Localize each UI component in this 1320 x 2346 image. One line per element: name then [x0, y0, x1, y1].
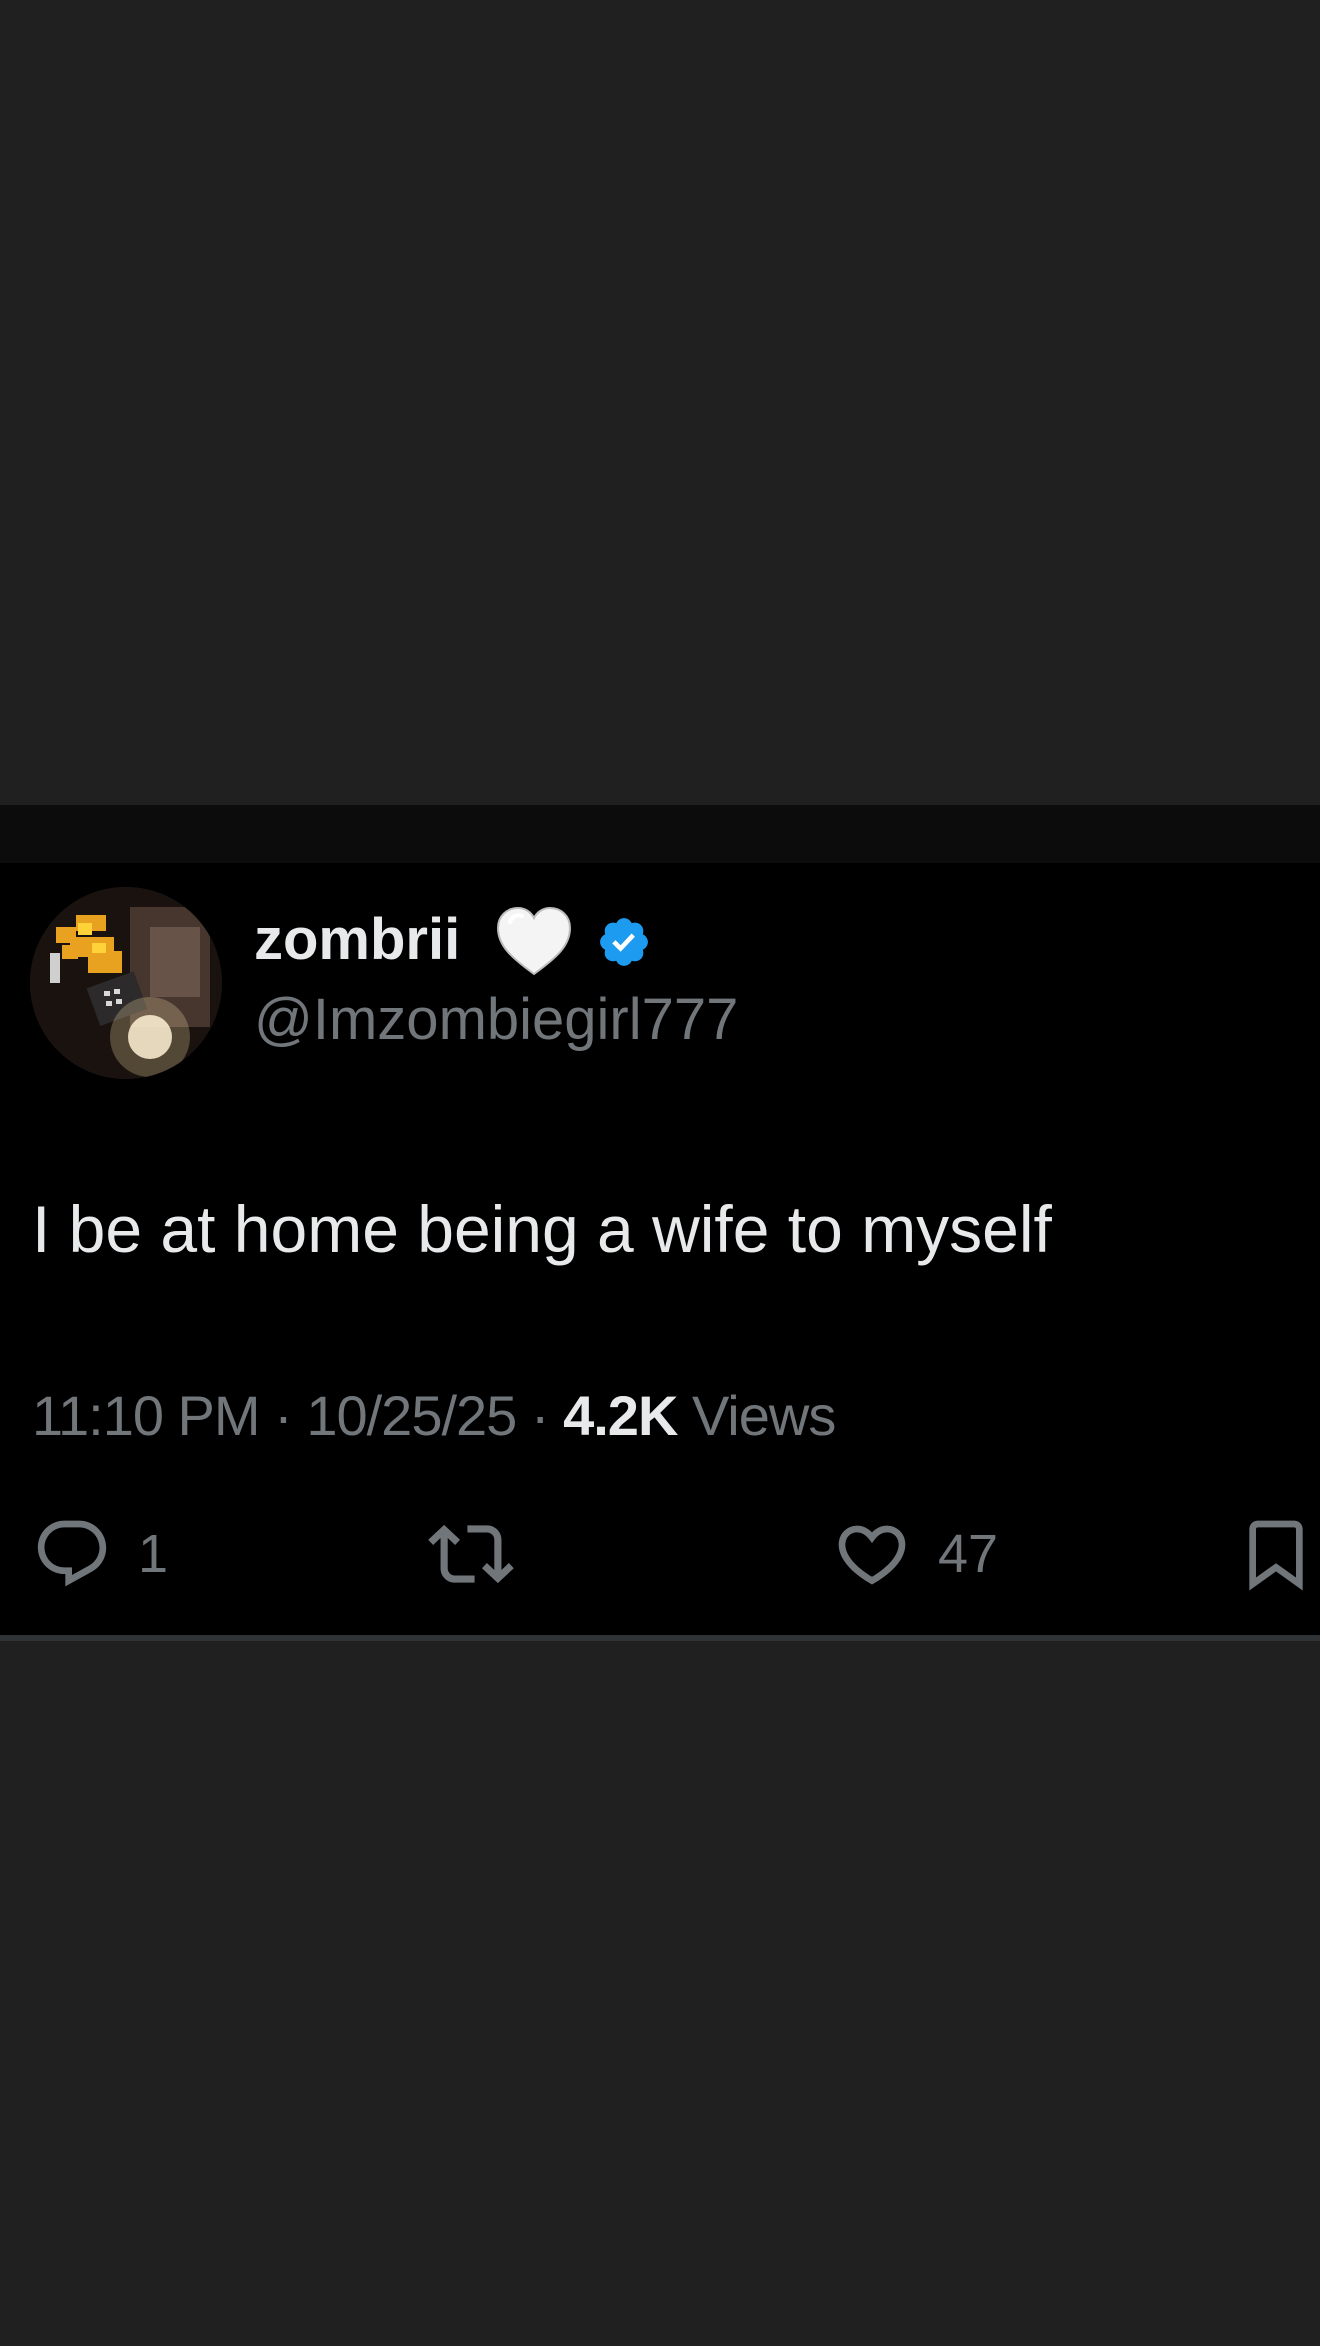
- tweet-meta: 11:10 PM · 10/25/25 · 4.2K Views: [32, 1381, 836, 1451]
- tweet-time[interactable]: 11:10 PM: [32, 1384, 261, 1447]
- retweet-icon: [428, 1524, 514, 1584]
- verified-badge-icon: [600, 918, 648, 966]
- tweet-date[interactable]: 10/25/25: [306, 1384, 517, 1447]
- meta-separator: ·: [530, 1384, 550, 1447]
- reply-button[interactable]: 1: [32, 1512, 168, 1596]
- retweet-button[interactable]: [428, 1512, 514, 1596]
- bookmark-icon: [1249, 1520, 1303, 1591]
- bookmark-button[interactable]: [1236, 1512, 1316, 1596]
- reply-count: 1: [138, 1524, 169, 1584]
- heart-icon: [838, 1525, 906, 1585]
- reply-icon: [37, 1520, 107, 1587]
- tweet-top-strip: [0, 805, 1320, 863]
- like-count: 47: [938, 1524, 999, 1584]
- white-heart-emoji-icon: [496, 906, 572, 976]
- meta-separator: ·: [274, 1384, 293, 1447]
- views-count: 4.2K: [563, 1384, 678, 1447]
- tweet-divider: [0, 1635, 1320, 1641]
- display-name[interactable]: zombrii: [254, 905, 460, 975]
- avatar[interactable]: [30, 887, 222, 1079]
- screenshot-page: zombrii @Imzombiegirl777 I be at home be…: [0, 0, 1320, 2346]
- like-button[interactable]: 47: [832, 1512, 998, 1596]
- tweet-text: I be at home being a wife to myself: [32, 1192, 1052, 1266]
- user-handle[interactable]: @Imzombiegirl777: [254, 985, 738, 1055]
- views-label: Views: [691, 1384, 836, 1447]
